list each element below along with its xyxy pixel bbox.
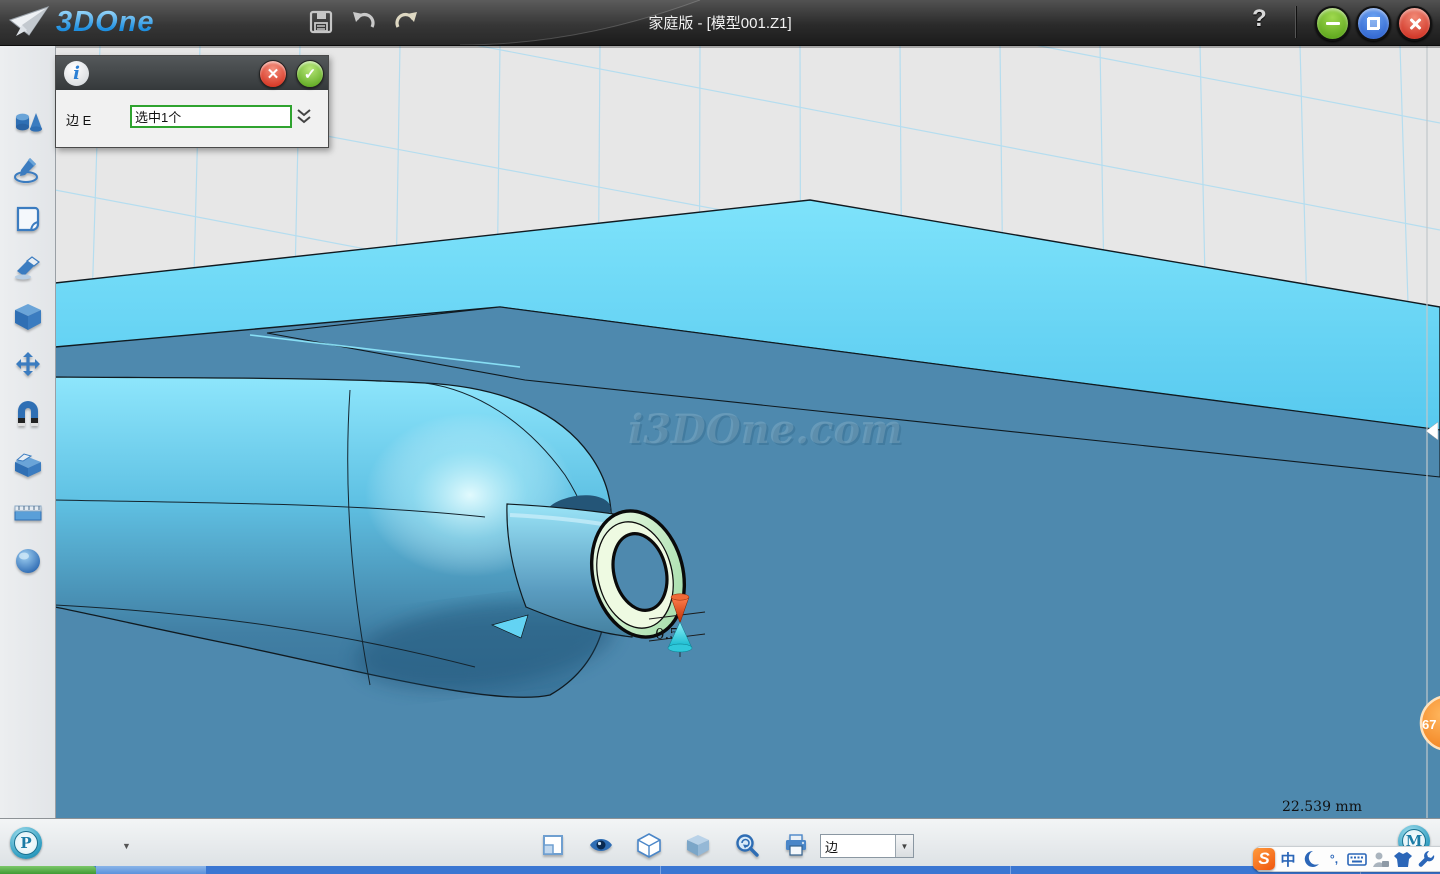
ime-settings-wrench-icon[interactable]	[1416, 848, 1436, 870]
dialog-cancel-button[interactable]: ✕	[259, 60, 287, 88]
selection-filter-combobox[interactable]: 边 ▼	[820, 834, 914, 858]
close-button[interactable]	[1397, 6, 1432, 41]
profile-dropdown-arrow-icon[interactable]: ▼	[122, 841, 131, 851]
profile-badge-letter: P	[14, 831, 38, 855]
sidebar-item-sketch[interactable]	[13, 155, 43, 185]
expand-chevron-icon[interactable]	[294, 106, 314, 128]
minimize-button[interactable]	[1315, 6, 1350, 41]
close-icon	[1408, 17, 1422, 31]
title-bar: 3DOne 家庭版 - [模型001.Z1] ?	[0, 0, 1440, 46]
info-icon: i	[64, 61, 89, 86]
scale-readout: 22.539 mm	[1282, 799, 1362, 815]
sidebar-item-assembly[interactable]	[13, 449, 43, 479]
ime-logo[interactable]: S	[1253, 848, 1275, 870]
window-title: 家庭版 - [模型001.Z1]	[0, 12, 1440, 33]
watermark: i3DOne.com i3DOne.com	[628, 406, 904, 455]
ime-mode-toggle[interactable]: 中	[1278, 848, 1298, 870]
profile-badge[interactable]: P	[10, 827, 42, 859]
sidebar-item-surface[interactable]	[13, 204, 43, 234]
taskbar-strip	[0, 866, 1440, 874]
sidebar-item-trim[interactable]	[13, 253, 43, 283]
ime-account-icon[interactable]	[1370, 848, 1390, 870]
ime-halfwidth-moon-icon[interactable]	[1301, 848, 1321, 870]
taskbar-strip-green	[0, 866, 96, 874]
taskbar-strip-light	[96, 866, 206, 874]
ime-punctuation-toggle[interactable]: °,	[1324, 848, 1344, 870]
sidebar-item-constraint[interactable]	[13, 400, 43, 430]
sidebar-item-solid-feature[interactable]	[13, 302, 43, 332]
ime-skin-shirt-icon[interactable]	[1393, 848, 1413, 870]
wireframe-display-icon[interactable]	[636, 832, 662, 858]
shaded-display-icon[interactable]	[685, 832, 711, 858]
edge-selection-dialog: i ✕ ✓ 边 E	[55, 55, 329, 148]
ime-toolbar: S 中 °,	[1256, 846, 1440, 872]
minimize-icon	[1326, 22, 1340, 25]
view-plane-icon[interactable]	[540, 832, 566, 858]
svg-text:i3DOne.com: i3DOne.com	[628, 406, 902, 453]
sidebar-item-dimension[interactable]	[13, 497, 43, 527]
titlebar-separator	[1295, 6, 1296, 38]
combobox-dropdown-icon[interactable]: ▼	[895, 835, 913, 857]
visibility-eye-icon[interactable]	[588, 832, 614, 858]
restore-button[interactable]	[1356, 6, 1391, 41]
sidebar-item-move[interactable]	[13, 351, 43, 381]
ime-keyboard-icon[interactable]	[1347, 848, 1367, 870]
community-badge-count: 67	[1422, 717, 1436, 732]
zoom-fit-icon[interactable]	[734, 832, 760, 858]
selection-filter-value: 边	[821, 837, 895, 856]
bottom-toolbar: P ▼ 边 ▼ M	[0, 818, 1440, 867]
dialog-ok-button[interactable]: ✓	[296, 60, 324, 88]
help-button[interactable]: ?	[1252, 5, 1267, 33]
restore-icon	[1367, 17, 1380, 30]
dialog-header[interactable]	[56, 56, 328, 90]
sidebar-item-primitives[interactable]	[13, 107, 43, 137]
viewport-3d[interactable]: 0.5 i3DOne.com i3DOne.com 22.539 mm 67	[55, 45, 1440, 818]
edge-field-label: 边 E	[66, 110, 91, 129]
print-icon[interactable]	[783, 832, 809, 858]
tool-sidebar	[0, 45, 56, 818]
sidebar-item-render[interactable]	[13, 546, 43, 576]
edge-selection-input[interactable]	[130, 105, 292, 128]
